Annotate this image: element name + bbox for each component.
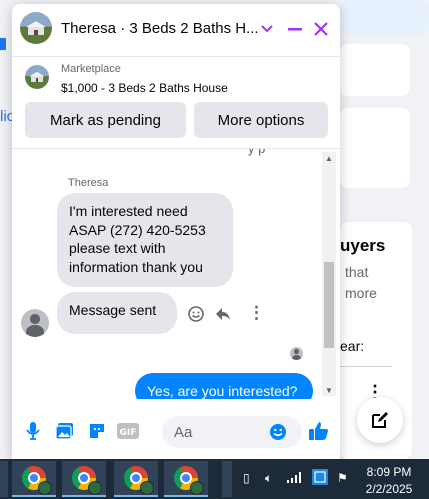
listing-thumbnail (25, 65, 49, 89)
scroll-up-icon[interactable]: ▲ (325, 155, 333, 163)
more-icon[interactable]: ⋮ (248, 303, 265, 323)
clock-date[interactable]: 2/2/2025 (360, 482, 418, 496)
listing-price-title: $1,000 - 3 Beds 2 Baths House (61, 81, 228, 95)
profile-badge-icon (190, 481, 204, 495)
right-line-1: that (345, 264, 369, 280)
svg-text:GIF: GIF (120, 428, 137, 438)
chat-header[interactable]: Theresa · 3 Beds 2 Baths H... (12, 4, 340, 57)
compose-icon (372, 412, 388, 428)
like-icon[interactable] (308, 420, 330, 442)
sender-avatar[interactable] (21, 309, 49, 337)
emoji-icon[interactable] (267, 421, 289, 443)
scroll-down-icon[interactable]: ▼ (325, 387, 333, 395)
system-message[interactable]: Message sent (57, 292, 177, 334)
more-options-button[interactable]: More options (194, 102, 328, 138)
chat-window: Theresa · 3 Beds 2 Baths H... Marketplac… (12, 4, 340, 460)
sender-name: Theresa (68, 177, 109, 189)
chat-title[interactable]: Theresa · 3 Beds 2 Baths H... (61, 20, 259, 37)
reply-icon[interactable] (214, 305, 232, 328)
right-heading: uyers (340, 236, 386, 255)
taskbar-chrome-2[interactable] (62, 461, 106, 497)
volume-icon[interactable]: 🔈︎ (265, 471, 272, 485)
taskbar-chrome-1[interactable] (12, 461, 56, 497)
taskbar-edge (0, 461, 8, 497)
incoming-message[interactable]: I'm interested need ASAP (272) 420-5253 … (57, 193, 233, 287)
listing-avatar[interactable] (20, 12, 52, 44)
network-icon[interactable] (287, 471, 303, 486)
profile-badge-icon (140, 481, 154, 495)
top-right-card (340, 0, 429, 34)
message-list[interactable]: y p Theresa I'm interested need ASAP (27… (12, 149, 340, 399)
battery-icon[interactable]: ▯ (243, 471, 250, 485)
taskbar-chrome-4[interactable] (164, 461, 208, 497)
sidebar-link[interactable]: lic (0, 108, 12, 125)
language-icon[interactable] (312, 469, 328, 488)
gif-icon[interactable]: GIF (117, 420, 139, 442)
react-icon[interactable] (187, 305, 205, 328)
nav-indicator (0, 38, 6, 50)
close-icon[interactable] (310, 18, 332, 40)
marketplace-label: Marketplace (61, 63, 121, 75)
profile-badge-icon (38, 481, 52, 495)
scrollbar-thumb[interactable] (324, 262, 334, 348)
new-message-button[interactable] (357, 397, 403, 443)
right-divider (340, 366, 392, 367)
partial-message-text: y p (248, 149, 265, 156)
show-hidden-tray[interactable] (222, 461, 232, 497)
minimize-icon[interactable] (284, 18, 306, 40)
taskbar-chrome-3[interactable] (114, 461, 158, 497)
right-line-2: more (345, 285, 377, 301)
clock-time[interactable]: 8:09 PM (360, 465, 418, 479)
right-card-2 (340, 108, 410, 188)
right-card-1 (340, 44, 410, 96)
sticker-icon[interactable] (86, 420, 108, 442)
right-small-text: ear: (340, 338, 365, 354)
outgoing-message[interactable]: Yes, are you interested? (135, 373, 313, 399)
photo-icon[interactable] (54, 420, 76, 442)
taskbar: ▯ 🔈︎ ⚑ 8:09 PM 2/2/2025 (0, 459, 429, 499)
profile-badge-icon (88, 481, 102, 495)
flag-icon[interactable]: ⚑ (337, 471, 348, 485)
composer: GIF (12, 404, 340, 460)
mark-as-pending-button[interactable]: Mark as pending (25, 102, 186, 138)
microphone-icon[interactable] (22, 420, 44, 442)
seen-avatar (290, 347, 303, 360)
chevron-down-icon[interactable] (256, 18, 278, 40)
